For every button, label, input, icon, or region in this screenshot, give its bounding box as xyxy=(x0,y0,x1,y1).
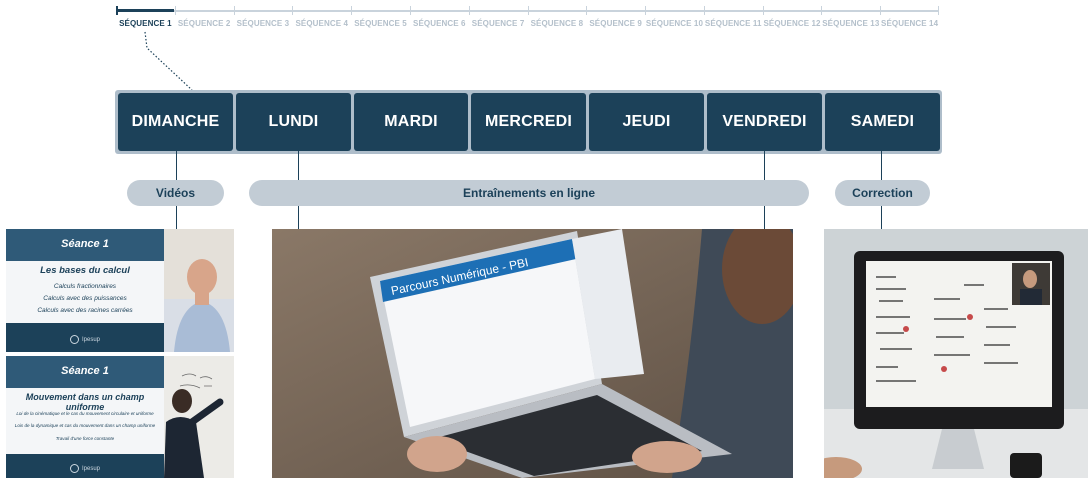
slide-logo: Ipesup xyxy=(6,335,164,344)
laptop-scene: Parcours Numérique - PBI xyxy=(272,229,793,478)
day-samedi[interactable]: SAMEDI xyxy=(825,93,940,151)
day-vendredi[interactable]: VENDREDI xyxy=(707,93,822,151)
slide-title: Mouvement dans un champ uniforme xyxy=(25,392,145,412)
slide-item: Lois de la dynamique et cas du mouvement… xyxy=(14,423,156,428)
day-mercredi[interactable]: MERCREDI xyxy=(471,93,586,151)
day-jeudi[interactable]: JEUDI xyxy=(589,93,704,151)
slide-logo: Ipesup xyxy=(6,464,164,473)
monitor-scene xyxy=(824,229,1088,478)
slide-panel: Séance 1 Mouvement dans un champ uniform… xyxy=(6,356,164,478)
teacher-at-board xyxy=(164,356,234,478)
pill-training[interactable]: Entraînements en ligne xyxy=(249,180,809,206)
day-lundi[interactable]: LUNDI xyxy=(236,93,351,151)
training-photo[interactable]: Parcours Numérique - PBI xyxy=(272,229,793,478)
presenter-photo xyxy=(164,229,234,352)
day-mardi[interactable]: MARDI xyxy=(354,93,468,151)
slide-item: Travail d'une force constante xyxy=(55,436,115,441)
sequence-connector xyxy=(144,31,193,91)
presenter-figure xyxy=(164,229,234,352)
slide-item: Calculs avec des racines carrées xyxy=(37,307,133,314)
slide-title: Les bases du calcul xyxy=(40,265,130,276)
slide-item: Calculs fractionnaires xyxy=(53,283,117,290)
correction-photo[interactable] xyxy=(824,229,1088,478)
whiteboard-photo xyxy=(164,356,234,478)
video-thumbnail-1[interactable]: Séance 1 Les bases du calcul Calculs fra… xyxy=(6,229,234,352)
slide-item: Loi de la cinématique et le cas du mouve… xyxy=(16,411,154,416)
video-thumbnail-2[interactable]: Séance 1 Mouvement dans un champ uniform… xyxy=(6,356,234,478)
pill-videos[interactable]: Vidéos xyxy=(127,180,224,206)
logo-text: Ipesup xyxy=(81,337,100,344)
day-dimanche[interactable]: DIMANCHE xyxy=(118,93,233,151)
slide-item: Calculs avec des puissances xyxy=(43,295,127,302)
ipesup-logo-icon xyxy=(69,335,79,344)
ipesup-logo-icon xyxy=(69,464,79,473)
pill-correction[interactable]: Correction xyxy=(835,180,930,206)
logo-text: Ipesup xyxy=(81,466,100,473)
seance-label: Séance 1 xyxy=(61,365,109,377)
seance-label: Séance 1 xyxy=(61,238,109,250)
slide-panel: Séance 1 Les bases du calcul Calculs fra… xyxy=(6,229,164,352)
